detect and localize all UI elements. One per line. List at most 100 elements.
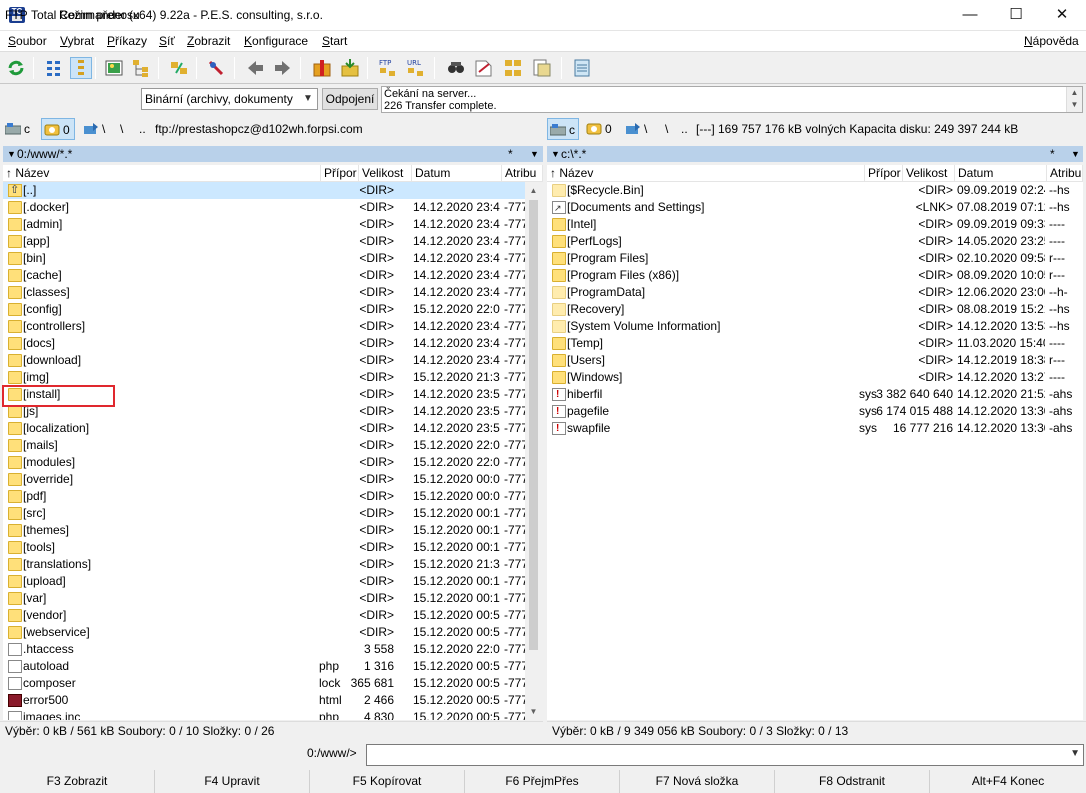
file-row[interactable]: hiberfilsys3 382 640 64014.12.2020 21:52…: [547, 386, 1083, 403]
copy-names-icon[interactable]: [531, 57, 553, 79]
find-files-icon[interactable]: [445, 57, 467, 79]
file-row[interactable]: [override] <DIR> 15.12.2020 00:03 -777: [3, 471, 525, 488]
file-row[interactable]: [upload] <DIR> 15.12.2020 00:17 -777: [3, 573, 525, 590]
file-row[interactable]: [Recovery] <DIR> 08.08.2019 15:21 --hs: [547, 301, 1083, 318]
transfer-mode-select[interactable]: Binární (archivy, dokumenty ▼: [141, 88, 318, 110]
notepad-icon[interactable]: [571, 57, 593, 79]
file-row[interactable]: [vendor] <DIR> 15.12.2020 00:51 -777: [3, 607, 525, 624]
file-row[interactable]: [Program Files] <DIR> 02.10.2020 09:58 r---: [547, 250, 1083, 267]
col-ext-header[interactable]: Přípor: [321, 165, 359, 182]
file-row[interactable]: autoload php 1 316 15.12.2020 00:51 -777: [3, 658, 525, 675]
history-dropdown-icon[interactable]: ▼: [7, 146, 16, 162]
right-root-shortcut[interactable]: \: [665, 118, 668, 140]
brief-view-icon[interactable]: [43, 57, 65, 79]
left-favorites-star[interactable]: *: [508, 146, 513, 162]
close-button[interactable]: ✕: [1039, 0, 1085, 31]
col-date-header[interactable]: Datum: [955, 165, 1047, 182]
file-row[interactable]: [cache] <DIR> 14.12.2020 23:46 -777: [3, 267, 525, 284]
forward-arrow-icon[interactable]: [272, 57, 294, 79]
right-drive-c-button[interactable]: c: [547, 118, 579, 140]
file-row[interactable]: .htaccess 3 558 15.12.2020 22:02 -777: [3, 641, 525, 658]
ftp-log[interactable]: Čekání na server... 226 Transfer complet…: [381, 86, 1083, 113]
menu-soubor[interactable]: Soubor: [8, 34, 47, 48]
compare-dirs-icon[interactable]: [168, 57, 190, 79]
file-row[interactable]: [src] <DIR> 15.12.2020 00:11 -777: [3, 505, 525, 522]
url-connect-icon[interactable]: URL: [405, 57, 427, 79]
f4-edit-button[interactable]: F4 Upravit: [155, 770, 310, 793]
ftp-connect-icon[interactable]: FTP: [377, 57, 399, 79]
chevron-down-icon[interactable]: ▼: [1070, 748, 1080, 759]
file-row[interactable]: swapfilesys16 777 21614.12.2020 13:30-ah…: [547, 420, 1083, 437]
right-root-button[interactable]: \: [623, 118, 663, 140]
file-row[interactable]: [app] <DIR> 14.12.2020 23:46 -777: [3, 233, 525, 250]
menu-sit[interactable]: Síť: [159, 34, 175, 48]
file-row[interactable]: [PerfLogs] <DIR> 14.05.2020 23:25 ----: [547, 233, 1083, 250]
right-file-list[interactable]: [$Recycle.Bin]<DIR>09.09.2019 02:24--hs[…: [547, 182, 1083, 720]
maximize-button[interactable]: ☐: [993, 0, 1039, 31]
menu-start[interactable]: Start: [322, 34, 347, 48]
col-attr-header[interactable]: Atribu: [1047, 165, 1083, 182]
left-history-dropdown-icon[interactable]: ▼: [530, 146, 539, 162]
file-row[interactable]: [Windows] <DIR> 14.12.2020 13:27 ----: [547, 369, 1083, 386]
thumbnail-view-icon[interactable]: [103, 57, 125, 79]
col-date-header[interactable]: Datum: [412, 165, 502, 182]
left-net-drive-button[interactable]: 0: [41, 118, 75, 140]
minimize-button[interactable]: —: [947, 0, 993, 31]
left-up-shortcut[interactable]: ..: [139, 118, 146, 140]
disconnect-button[interactable]: Odpojení: [322, 88, 378, 110]
file-row[interactable]: [System Volume Information] <DIR> 14.12.20…: [547, 318, 1083, 335]
menu-napoveda[interactable]: Nápověda: [1024, 34, 1079, 48]
command-line-input[interactable]: ▼: [366, 744, 1084, 766]
file-row[interactable]: [Documents and Settings] <LNK> 07.08.2019 …: [547, 199, 1083, 217]
menu-konfigurace[interactable]: Konfigurace: [244, 34, 308, 48]
file-row[interactable]: [admin] <DIR> 14.12.2020 23:41 -777: [3, 216, 525, 233]
file-row[interactable]: [bin] <DIR> 14.12.2020 23:46 -777: [3, 250, 525, 267]
file-row[interactable]: [localization] <DIR> 14.12.2020 23:55 -777: [3, 420, 525, 437]
file-row[interactable]: [Temp] <DIR> 11.03.2020 15:40 ----: [547, 335, 1083, 352]
f7-new-folder-button[interactable]: F7 Nová složka: [620, 770, 775, 793]
left-file-list[interactable]: [..]<DIR>[.docker]<DIR>14.12.2020 23:40-…: [3, 182, 525, 720]
file-row[interactable]: [Users] <DIR> 14.12.2019 18:38 r---: [547, 352, 1083, 369]
col-size-header[interactable]: Velikost: [903, 165, 955, 182]
file-row[interactable]: [$Recycle.Bin] <DIR> 09.09.2019 02:24 --hs: [547, 182, 1083, 199]
scroll-up-icon[interactable]: ▲: [525, 182, 542, 199]
right-net-drive-button[interactable]: 0: [584, 118, 618, 140]
select-files-icon[interactable]: [205, 57, 227, 79]
right-path-bar[interactable]: ▼ c:\*.* * ▼: [547, 146, 1083, 162]
right-history-dropdown-icon[interactable]: ▼: [1071, 146, 1080, 162]
col-attr-header[interactable]: Atribu: [502, 165, 543, 182]
file-row[interactable]: [..] <DIR>: [3, 182, 525, 199]
file-row[interactable]: [Intel] <DIR> 09.09.2019 09:33 ----: [547, 216, 1083, 233]
scroll-down-icon[interactable]: ▼: [1067, 99, 1082, 111]
file-row[interactable]: [themes] <DIR> 15.12.2020 00:17 -777: [3, 522, 525, 539]
multi-rename-icon[interactable]: [473, 57, 495, 79]
ftp-log-scrollbar[interactable]: ▲ ▼: [1066, 87, 1082, 112]
left-root-shortcut[interactable]: \: [120, 118, 123, 140]
refresh-icon[interactable]: [5, 57, 27, 79]
f8-delete-button[interactable]: F8 Odstranit: [775, 770, 930, 793]
left-path-bar[interactable]: ▼ 0:/www/*.* * ▼: [3, 146, 543, 162]
back-arrow-icon[interactable]: [244, 57, 266, 79]
file-row[interactable]: [download] <DIR> 14.12.2020 23:47 -777: [3, 352, 525, 369]
history-dropdown-icon[interactable]: ▼: [551, 146, 560, 162]
file-row[interactable]: [translations] <DIR> 15.12.2020 21:39 -777: [3, 556, 525, 573]
tree-view-icon[interactable]: [130, 57, 152, 79]
left-scroll-thumb[interactable]: [529, 200, 538, 650]
file-row[interactable]: [img] <DIR> 15.12.2020 21:39 -777: [3, 369, 525, 386]
right-up-shortcut[interactable]: ..: [681, 118, 688, 140]
left-drive-c-button[interactable]: c: [3, 118, 36, 140]
pack-icon[interactable]: [311, 57, 333, 79]
file-row[interactable]: [mails] <DIR> 15.12.2020 22:02 -777: [3, 437, 525, 454]
left-scrollbar[interactable]: ▲ ▼: [525, 182, 542, 720]
col-name-header[interactable]: ↑ Název: [3, 165, 321, 182]
sync-dirs-icon[interactable]: [502, 57, 524, 79]
menu-vybrat[interactable]: Vybrat: [60, 34, 94, 48]
file-row[interactable]: [var] <DIR> 15.12.2020 00:17 -777: [3, 590, 525, 607]
file-row[interactable]: [pdf] <DIR> 15.12.2020 00:03 -777: [3, 488, 525, 505]
scroll-up-icon[interactable]: ▲: [1067, 87, 1082, 99]
col-size-header[interactable]: Velikost: [359, 165, 412, 182]
menu-prikazy[interactable]: Příkazy: [107, 34, 147, 48]
file-row[interactable]: pagefilesys6 174 015 48814.12.2020 13:30…: [547, 403, 1083, 420]
file-row[interactable]: images.inc php 4 830 15.12.2020 00:51 -777: [3, 709, 525, 720]
file-row[interactable]: [.docker] <DIR> 14.12.2020 23:40 -777: [3, 199, 525, 216]
